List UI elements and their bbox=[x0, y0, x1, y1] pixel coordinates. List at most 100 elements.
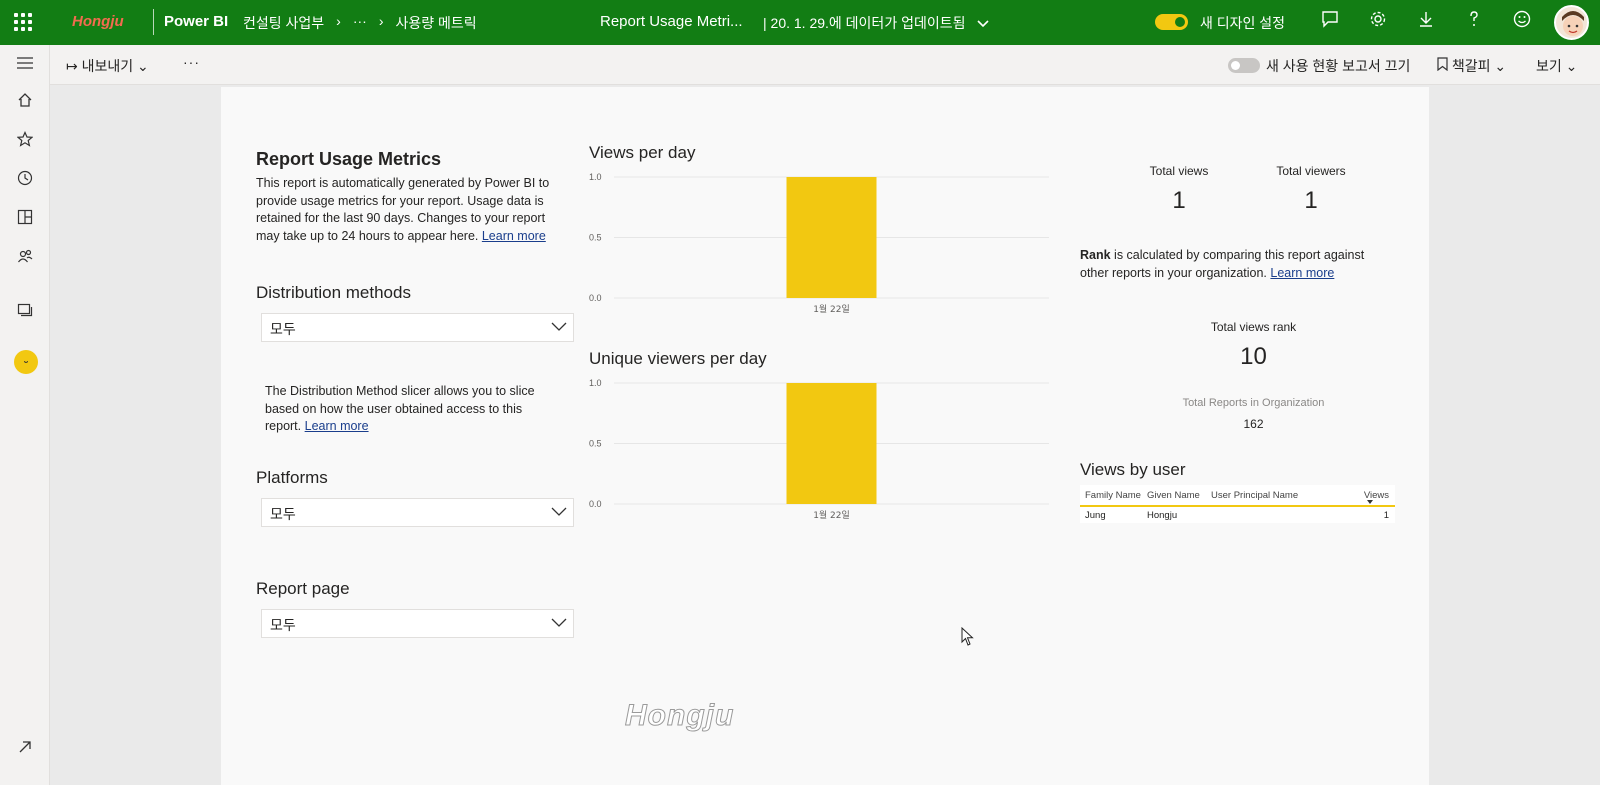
column-header-upn[interactable]: User Principal Name bbox=[1211, 490, 1351, 501]
new-design-toggle[interactable] bbox=[1155, 14, 1188, 30]
slicer-value: 모두 bbox=[270, 321, 296, 337]
distribution-methods-slicer[interactable]: 모두 bbox=[261, 313, 574, 342]
slicer-value: 모두 bbox=[270, 506, 296, 522]
chevron-right-icon: › bbox=[336, 13, 341, 29]
chevron-down-icon: ⌄ bbox=[1494, 58, 1507, 74]
chevron-down-icon bbox=[551, 614, 567, 630]
header-divider bbox=[153, 9, 154, 35]
report-title: Report Usage Metri... bbox=[600, 13, 743, 30]
bookmark-icon bbox=[1437, 57, 1452, 74]
breadcrumb-more[interactable]: ··· bbox=[353, 13, 367, 33]
download-icon[interactable] bbox=[1414, 10, 1438, 34]
avatar[interactable] bbox=[1554, 5, 1589, 40]
total-views-value: 1 bbox=[1172, 187, 1186, 214]
report-heading: Report Usage Metrics bbox=[256, 149, 442, 169]
breadcrumb-workspace[interactable]: 컨설팅 사업부 bbox=[243, 13, 324, 33]
x-tick-label: 1월 22일 bbox=[813, 509, 850, 521]
total-views-rank-value: 10 bbox=[1240, 343, 1267, 370]
home-icon[interactable] bbox=[13, 92, 37, 116]
distribution-note: The Distribution Method slicer allows yo… bbox=[265, 383, 560, 436]
breadcrumb-usage-metrics[interactable]: 사용량 메트릭 bbox=[396, 13, 477, 33]
org-reports-value: 162 bbox=[1243, 417, 1264, 431]
rank-note: Rank is calculated by comparing this rep… bbox=[1080, 247, 1390, 282]
command-bar: ↦ 내보내기 ⌄ ··· 새 사용 현황 보고서 끄기 책갈피 ⌄ 보기 ⌄ bbox=[50, 45, 1600, 85]
column-header-views[interactable]: Views bbox=[1351, 490, 1395, 504]
left-nav-rail: ᴗ bbox=[0, 45, 50, 785]
waffle-icon[interactable] bbox=[14, 13, 32, 31]
platforms-label: Platforms bbox=[256, 468, 328, 487]
column-header-family-name[interactable]: Family Name bbox=[1080, 490, 1147, 501]
report-page-label: Report page bbox=[256, 579, 350, 598]
rank-note-bold: Rank bbox=[1080, 248, 1111, 262]
watermark: Hongju bbox=[624, 699, 735, 733]
slicer-value: 모두 bbox=[270, 617, 296, 633]
apps-icon[interactable] bbox=[13, 209, 37, 233]
views-by-user-title: Views by user bbox=[1080, 460, 1186, 479]
breadcrumb: 컨설팅 사업부 › ··· › 사용량 메트릭 bbox=[243, 13, 477, 33]
y-tick-label: 0.5 bbox=[589, 439, 602, 449]
report-description: This report is automatically generated b… bbox=[256, 175, 556, 245]
org-reports-label: Total Reports in Organization bbox=[1182, 397, 1325, 409]
report-page-slicer[interactable]: 모두 bbox=[261, 609, 574, 638]
export-button[interactable]: ↦ 내보내기 ⌄ bbox=[66, 56, 149, 76]
chevron-down-icon: ⌄ bbox=[1565, 58, 1578, 74]
views-by-user-table: Family Name Given Name User Principal Na… bbox=[1080, 485, 1395, 523]
bar bbox=[786, 177, 877, 298]
total-viewers-value: 1 bbox=[1304, 187, 1318, 214]
report-canvas: Report Usage Metrics This report is auto… bbox=[221, 87, 1429, 785]
column-header-given-name[interactable]: Given Name bbox=[1147, 490, 1211, 501]
org-logo[interactable]: Hongju bbox=[72, 13, 124, 30]
table-cell: Hongju bbox=[1147, 509, 1178, 521]
table-cell: 1 bbox=[1383, 509, 1389, 521]
top-header: Hongju Power BI 컨설팅 사업부 › ··· › 사용량 메트릭 … bbox=[0, 0, 1600, 45]
table-row[interactable]: Jung Hongju 1 bbox=[1080, 507, 1395, 523]
chevron-down-icon bbox=[551, 503, 567, 519]
bookmark-label: 책갈피 bbox=[1451, 58, 1491, 74]
expand-icon[interactable] bbox=[13, 738, 37, 762]
people-icon[interactable] bbox=[13, 248, 37, 272]
comment-icon[interactable] bbox=[1318, 10, 1342, 34]
menu-icon[interactable] bbox=[13, 53, 37, 77]
view-button[interactable]: 보기 ⌄ bbox=[1536, 56, 1577, 76]
export-icon: ↦ bbox=[66, 58, 78, 74]
gear-icon[interactable] bbox=[1366, 10, 1390, 34]
smiley-icon[interactable] bbox=[1510, 10, 1534, 34]
view-label: 보기 bbox=[1536, 58, 1562, 74]
total-views-label: Total views bbox=[1149, 164, 1209, 178]
workspaces-icon[interactable] bbox=[13, 302, 37, 326]
app-name[interactable]: Power BI bbox=[164, 13, 228, 30]
views-per-day-title: Views per day bbox=[589, 143, 696, 162]
chevron-down-icon bbox=[551, 318, 567, 334]
table-header: Family Name Given Name User Principal Na… bbox=[1080, 485, 1395, 507]
clock-icon[interactable] bbox=[13, 170, 37, 194]
learn-more-link[interactable]: Learn more bbox=[305, 419, 369, 433]
y-tick-label: 0.0 bbox=[589, 293, 602, 303]
sort-descending-icon bbox=[1367, 499, 1373, 504]
star-icon[interactable] bbox=[13, 131, 37, 155]
learn-more-link[interactable]: Learn more bbox=[482, 229, 546, 243]
unique-viewers-title: Unique viewers per day bbox=[589, 349, 767, 368]
total-viewers-label: Total viewers bbox=[1276, 164, 1346, 178]
chevron-right-icon: › bbox=[378, 13, 384, 29]
help-icon[interactable] bbox=[1462, 10, 1486, 34]
x-tick-label: 1월 22일 bbox=[813, 303, 850, 315]
data-updated-dropdown[interactable]: | 20. 1. 29.에 데이터가 업데이트됨 bbox=[763, 13, 989, 33]
data-updated-text: | 20. 1. 29.에 데이터가 업데이트됨 bbox=[763, 15, 966, 31]
learn-more-link[interactable]: Learn more bbox=[1270, 266, 1334, 280]
workspace-badge[interactable]: ᴗ bbox=[14, 350, 38, 374]
more-options-button[interactable]: ··· bbox=[183, 54, 200, 70]
new-usage-report-label: 새 사용 현황 보고서 끄기 bbox=[1266, 58, 1411, 74]
export-label: 내보내기 bbox=[81, 58, 134, 74]
platforms-slicer[interactable]: 모두 bbox=[261, 498, 574, 527]
y-tick-label: 1.0 bbox=[589, 172, 602, 182]
bookmark-button[interactable]: 책갈피 ⌄ bbox=[1437, 56, 1506, 76]
table-cell: Jung bbox=[1085, 509, 1106, 521]
y-tick-label: 0.0 bbox=[589, 499, 602, 509]
y-tick-label: 1.0 bbox=[589, 378, 602, 388]
mouse-cursor bbox=[961, 626, 975, 652]
total-views-rank-label: Total views rank bbox=[1210, 320, 1297, 334]
unique-viewers-chart[interactable]: 0.0 0.5 1.0 1월 22일 bbox=[589, 375, 1059, 535]
chevron-down-icon bbox=[977, 15, 989, 31]
views-per-day-chart[interactable]: 0.0 0.5 1.0 1월 22일 bbox=[589, 169, 1059, 329]
new-usage-report-toggle[interactable] bbox=[1228, 58, 1260, 73]
